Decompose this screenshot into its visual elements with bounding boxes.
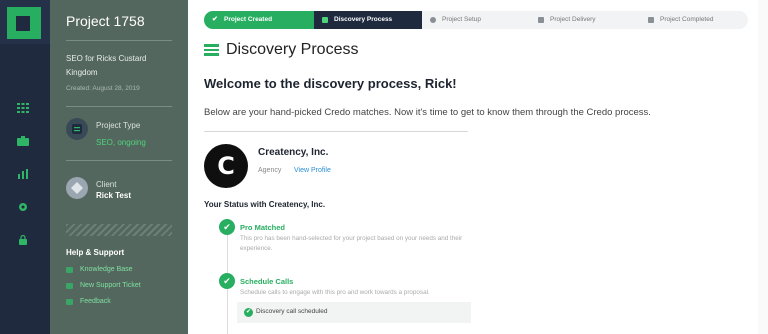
intro-text: Below are your hand-picked Credo matches… <box>204 107 651 118</box>
credo-logo-icon <box>7 7 41 39</box>
checkbox-icon <box>648 17 654 23</box>
company-kind: Agency <box>258 167 282 174</box>
chart-icon[interactable] <box>17 169 29 179</box>
gear-icon <box>430 17 436 23</box>
check-icon: ✔ <box>244 308 253 317</box>
scrollbar[interactable] <box>758 0 768 334</box>
project-type-icon <box>66 118 88 140</box>
project-type-value: SEO, ongoing <box>96 138 146 147</box>
divider <box>66 40 172 41</box>
project-title: Project 1758 <box>66 13 145 29</box>
project-sidebar: Project 1758 SEO for Ricks Custard Kingd… <box>50 0 188 334</box>
step-label: Project Delivery <box>550 16 596 23</box>
gear-icon[interactable] <box>17 202 29 212</box>
step-project-setup[interactable]: Project Setup <box>422 11 530 29</box>
divider <box>66 160 172 161</box>
check-icon: ✔ <box>219 273 235 289</box>
view-profile-link[interactable]: View Profile <box>294 167 331 174</box>
client-label: Client <box>96 180 117 189</box>
divider <box>66 106 172 107</box>
decorative-hatch <box>66 224 172 236</box>
support-ticket-icon <box>66 283 73 289</box>
timeline-item-title: Schedule Calls <box>240 277 294 286</box>
logo-container[interactable] <box>0 0 50 44</box>
client-value: Rick Test <box>96 191 131 200</box>
company-avatar[interactable]: C <box>204 144 248 188</box>
step-project-completed[interactable]: Project Completed <box>640 11 748 29</box>
briefcase-icon[interactable] <box>17 136 29 146</box>
company-name: Creatency, Inc. <box>258 147 329 158</box>
step-project-delivery[interactable]: Project Delivery <box>530 11 640 29</box>
step-label: Discovery Process <box>334 16 393 23</box>
welcome-heading: Welcome to the discovery process, Rick! <box>204 76 457 91</box>
icon-rail <box>0 0 50 334</box>
step-project-created[interactable]: ✔ Project Created <box>204 11 314 29</box>
client-icon <box>66 177 88 199</box>
help-support-title: Help & Support <box>66 248 125 257</box>
help-link-feedback[interactable]: Feedback <box>80 298 111 305</box>
help-link-new-support-ticket[interactable]: New Support Ticket <box>80 282 141 289</box>
scheduled-call-box: ✔ Discovery call scheduled <box>237 302 471 323</box>
step-label: Project Setup <box>442 16 482 23</box>
project-type-label: Project Type <box>96 121 141 130</box>
help-link-knowledge-base[interactable]: Knowledge Base <box>80 266 133 273</box>
list-icon <box>204 44 219 56</box>
check-icon: ✔ <box>212 16 218 23</box>
status-heading: Your Status with Creatency, Inc. <box>204 200 326 209</box>
project-created-date: Created: August 28, 2019 <box>66 85 140 92</box>
list-icon <box>322 17 328 23</box>
divider <box>204 131 468 132</box>
grid-icon[interactable] <box>17 103 29 113</box>
timeline-item-desc: Schedule calls to engage with this pro a… <box>240 289 430 296</box>
avatar-letter: C <box>217 152 235 180</box>
lock-icon[interactable] <box>17 235 29 245</box>
timeline-item-title: Pro Matched <box>240 223 286 232</box>
step-label: Project Created <box>224 16 273 23</box>
timeline-item-desc: This pro has been hand-selected for your… <box>240 235 463 252</box>
step-label: Project Completed <box>660 16 714 23</box>
project-name: SEO for Ricks Custard Kingdom <box>66 54 147 77</box>
briefcase-icon <box>538 17 544 23</box>
knowledge-base-icon <box>66 267 73 273</box>
scheduled-call-text: Discovery call scheduled <box>256 308 328 315</box>
page-title: Discovery Process <box>226 41 359 58</box>
progress-stepper: ✔ Project Created Discovery Process Proj… <box>204 11 748 29</box>
feedback-icon <box>66 299 73 305</box>
check-icon: ✔ <box>219 219 235 235</box>
step-discovery-process[interactable]: Discovery Process <box>314 11 422 29</box>
